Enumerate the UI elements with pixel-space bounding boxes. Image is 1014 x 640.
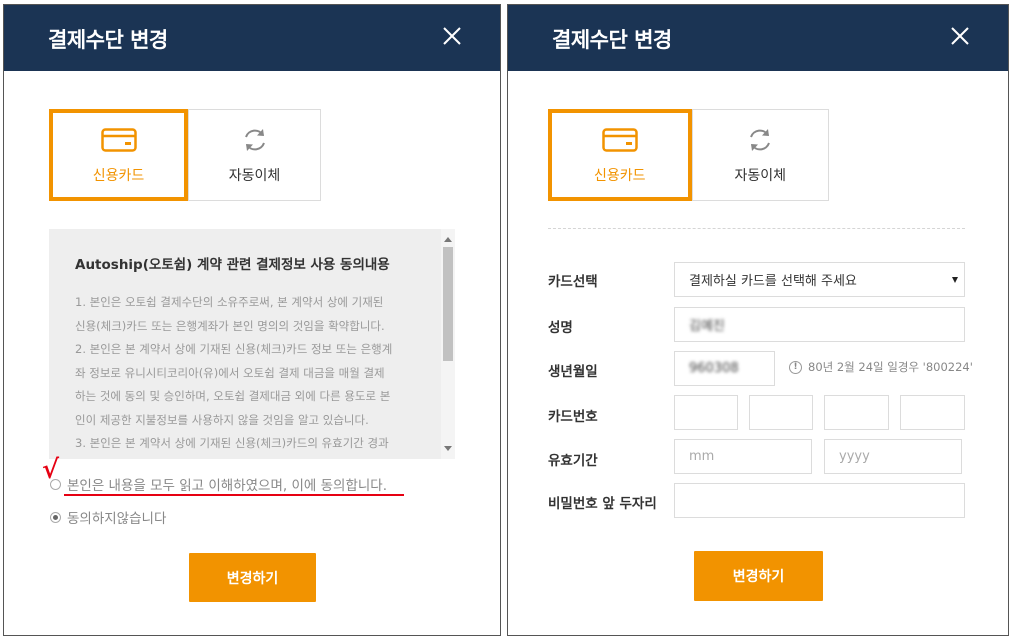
terms-line: 신용(체크)카드 또는 은행계좌가 본인 명의의 것임을 확약합니다. bbox=[75, 318, 385, 333]
card-select-label: 카드선택 bbox=[548, 274, 598, 290]
section-divider bbox=[548, 228, 965, 229]
refresh-icon bbox=[746, 125, 774, 155]
change-button[interactable]: 변경하기 bbox=[694, 551, 823, 601]
annotation-underline bbox=[64, 494, 404, 496]
name-value: 김예진 bbox=[689, 319, 725, 334]
info-icon: ! bbox=[789, 360, 802, 374]
terms-title: Autoship(오토쉽) 계약 관련 결제정보 사용 동의내용 bbox=[75, 257, 390, 273]
payment-change-modal-card-form: 결제수단 변경 신용카드 자동이체 카드선택 결제하실 카드를 선택해 주세요 … bbox=[507, 4, 1009, 636]
terms-line: 2. 본인은 본 계약서 상에 기재된 신용(체크)카드 정보 또는 은행계 bbox=[75, 342, 393, 356]
tab-auto-transfer[interactable]: 자동이체 bbox=[691, 109, 829, 201]
terms-line: 1. 본인은 오토쉽 결제수단의 소유주로써, 본 계약서 상에 기재된 bbox=[75, 295, 384, 309]
tab-label: 자동이체 bbox=[734, 168, 787, 184]
agree-label: 본인은 내용을 모두 읽고 이해하였으며, 이에 동의합니다. bbox=[67, 478, 387, 494]
dropdown-caret-icon bbox=[952, 277, 958, 283]
card-password-label: 비밀번호 앞 두자리 bbox=[548, 496, 657, 512]
birth-date-hint: ! 80년 2월 24일 일경우 '800224' bbox=[789, 359, 973, 375]
disagree-label: 동의하지않습니다 bbox=[67, 511, 167, 527]
expiry-month-input[interactable]: mm bbox=[674, 439, 812, 474]
terms-scrollbar[interactable] bbox=[441, 229, 455, 459]
modal-header: 결제수단 변경 bbox=[508, 5, 1008, 71]
scroll-thumb[interactable] bbox=[443, 247, 453, 361]
name-input[interactable]: 김예진 bbox=[674, 307, 965, 342]
scroll-down-icon[interactable] bbox=[444, 446, 452, 451]
terms-body: 1. 본인은 오토쉽 결제수단의 소유주로써, 본 계약서 상에 기재된 신용(… bbox=[75, 291, 411, 456]
name-label: 성명 bbox=[548, 320, 573, 336]
expiry-month-placeholder: mm bbox=[689, 449, 715, 464]
tab-label: 신용카드 bbox=[92, 168, 145, 184]
birth-date-value: 960308 bbox=[689, 361, 739, 376]
credit-card-icon bbox=[602, 125, 638, 155]
refresh-icon bbox=[241, 125, 269, 155]
terms-line: 좌 정보로 유니시티코리아(유)에서 오토쉽 결제 대금을 매월 결제 bbox=[75, 365, 385, 380]
birth-date-label: 생년월일 bbox=[548, 364, 598, 380]
modal-title: 결제수단 변경 bbox=[552, 28, 672, 52]
disagree-radio[interactable] bbox=[50, 511, 61, 523]
disagree-radio-option[interactable]: 동의하지않습니다 bbox=[50, 507, 166, 527]
modal-title: 결제수단 변경 bbox=[48, 28, 168, 52]
card-select-value: 결제하실 카드를 선택해 주세요 bbox=[689, 274, 857, 289]
tab-credit-card[interactable]: 신용카드 bbox=[548, 109, 692, 201]
tab-label: 신용카드 bbox=[593, 168, 646, 184]
payment-method-tabs: 신용카드 자동이체 bbox=[548, 109, 829, 201]
tab-credit-card[interactable]: 신용카드 bbox=[49, 109, 188, 201]
card-number-label: 카드번호 bbox=[548, 409, 598, 425]
card-number-input-1[interactable] bbox=[674, 395, 738, 430]
close-icon bbox=[951, 27, 969, 45]
card-password-input[interactable] bbox=[674, 483, 965, 518]
card-number-input-3[interactable] bbox=[824, 395, 889, 430]
close-button[interactable] bbox=[948, 24, 972, 48]
credit-card-icon bbox=[100, 125, 137, 155]
expiry-year-input[interactable]: yyyy bbox=[824, 439, 962, 474]
tab-label: 자동이체 bbox=[228, 168, 281, 184]
birth-hint-text: 80년 2월 24일 일경우 '800224' bbox=[808, 360, 973, 374]
card-number-input-4[interactable] bbox=[900, 395, 965, 430]
agree-radio[interactable] bbox=[50, 478, 61, 490]
change-button[interactable]: 변경하기 bbox=[189, 553, 316, 602]
close-button[interactable] bbox=[440, 24, 464, 48]
card-select-dropdown[interactable]: 결제하실 카드를 선택해 주세요 bbox=[674, 262, 965, 297]
terms-line: 3. 본인은 본 계약서 상에 기재된 신용(체크)카드의 유효기간 경과 bbox=[75, 436, 389, 450]
birth-date-input[interactable]: 960308 bbox=[674, 351, 775, 386]
terms-line: 인이 제공한 지불정보를 사용하지 않을 것임을 알고 있습니다. bbox=[75, 412, 369, 427]
expiry-label: 유효기간 bbox=[548, 453, 598, 469]
tab-auto-transfer[interactable]: 자동이체 bbox=[188, 109, 321, 201]
expiry-year-placeholder: yyyy bbox=[839, 449, 870, 464]
close-icon bbox=[443, 27, 461, 45]
agree-radio-option[interactable]: 본인은 내용을 모두 읽고 이해하였으며, 이에 동의합니다. bbox=[50, 474, 387, 494]
payment-change-modal-agreement: 결제수단 변경 신용카드 자동이체 Autoship(오토쉽) 계약 관련 결제… bbox=[3, 4, 501, 636]
scroll-up-icon[interactable] bbox=[444, 237, 452, 242]
terms-scroll-box[interactable]: Autoship(오토쉽) 계약 관련 결제정보 사용 동의내용 1. 본인은 … bbox=[49, 229, 455, 459]
terms-line: 하는 것에 동의 및 승인하며, 오토쉽 결제대금 외에 다른 용도로 본 bbox=[75, 389, 391, 403]
payment-method-tabs: 신용카드 자동이체 bbox=[49, 109, 321, 201]
modal-header: 결제수단 변경 bbox=[4, 5, 500, 71]
card-number-input-2[interactable] bbox=[749, 395, 813, 430]
